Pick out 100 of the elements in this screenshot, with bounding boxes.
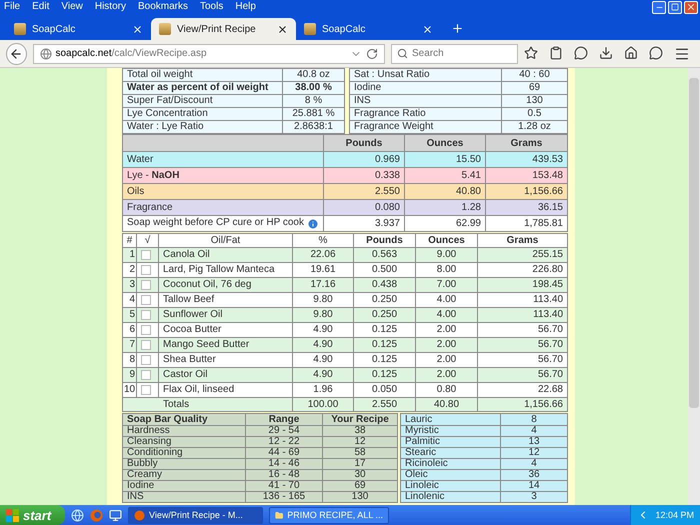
checkbox[interactable] [141, 370, 151, 380]
new-tab-icon[interactable] [451, 22, 464, 35]
table-cell: 40.80 [416, 398, 478, 412]
table-cell: 0.125 [354, 322, 416, 338]
row-label: Soap weight before CP cure or HP cook [127, 216, 304, 228]
close-button[interactable] [684, 0, 698, 14]
checkbox[interactable] [141, 280, 151, 290]
download-icon[interactable] [599, 46, 613, 60]
minimize-button[interactable] [652, 0, 666, 14]
checkbox[interactable] [141, 354, 151, 365]
table-cell: 22.68 [478, 382, 568, 398]
checkbox[interactable] [141, 264, 151, 275]
table-cell: 4 [500, 426, 568, 436]
menu-item[interactable]: History [94, 0, 126, 14]
scrollbar[interactable] [688, 68, 700, 505]
table-cell: Shea Butter [158, 352, 292, 368]
info-icon[interactable] [307, 218, 319, 230]
table-cell: 130 [502, 94, 568, 108]
table-cell: Totals [122, 398, 292, 412]
menu-item[interactable]: Edit [32, 0, 50, 14]
table-cell: 4.00 [416, 292, 478, 308]
row-number: 3 [122, 278, 136, 292]
table-cell: 12 [322, 436, 398, 448]
home-icon[interactable] [624, 46, 638, 60]
table-cell: 44 - 69 [246, 448, 322, 458]
browser-tab[interactable]: View/Print Recipe [151, 18, 296, 40]
close-icon[interactable] [132, 24, 143, 34]
close-icon[interactable] [422, 24, 433, 34]
table-cell: 58 [322, 448, 398, 458]
menu-item[interactable]: Tools [200, 0, 224, 14]
table-cell: 4.00 [416, 308, 478, 322]
checkbox[interactable] [141, 340, 151, 350]
menu-icon[interactable] [674, 46, 690, 62]
chat-icon[interactable] [649, 46, 663, 60]
tab-title[interactable]: View/Print Recipe [177, 24, 271, 34]
taskbar-task[interactable]: View/Print Recipe - M... [128, 506, 263, 524]
table-cell: 8 % [282, 94, 344, 108]
table-cell: 1,785.81 [486, 216, 568, 232]
table-cell: 62.99 [404, 216, 486, 232]
menu-item[interactable]: Help [235, 0, 256, 14]
column-header: Your Recipe [322, 414, 398, 426]
search-icon [397, 48, 408, 59]
table-cell: 1.96 [292, 382, 354, 398]
clipboard-icon[interactable] [549, 46, 563, 60]
table-cell: Fragrance Weight [350, 120, 502, 134]
table-cell: 69 [322, 480, 398, 492]
reload-icon[interactable] [366, 48, 378, 60]
table-cell: 2.00 [416, 322, 478, 338]
row-number: 1 [122, 248, 136, 262]
table-cell: 3 [500, 492, 568, 502]
table-cell: 25.881 % [282, 108, 344, 120]
table-cell: 198.45 [478, 278, 568, 292]
checkbox[interactable] [141, 294, 151, 305]
address-field[interactable]: soapcalc.net/calc/ViewRecipe.asp [32, 44, 385, 64]
checkbox[interactable] [141, 324, 151, 335]
tab-title[interactable]: SoapCalc [322, 24, 416, 34]
column-header: Ounces [416, 234, 478, 248]
taskbar-task[interactable]: PRIMO RECIPE, ALL ... [269, 506, 389, 524]
close-icon[interactable] [277, 24, 288, 34]
back-button[interactable] [6, 42, 26, 64]
table-cell: 439.53 [486, 152, 568, 168]
table-cell: 4.90 [292, 322, 354, 338]
menu-item[interactable]: Bookmarks [138, 0, 188, 14]
restore-button[interactable] [668, 0, 682, 14]
browser-tab[interactable]: SoapCalc [296, 18, 441, 40]
table-cell: Lard, Pig Tallow Manteca [158, 262, 292, 278]
browser-icon[interactable] [71, 508, 84, 522]
table-cell: Water as percent of oil weight [122, 82, 282, 94]
table-cell: 56.70 [478, 368, 568, 382]
menu-item[interactable]: File [4, 0, 20, 14]
table-cell: Total oil weight [122, 68, 282, 82]
checkbox[interactable] [141, 250, 151, 260]
tab-title[interactable]: SoapCalc [32, 24, 126, 34]
menu-item[interactable]: View [61, 0, 83, 14]
column-header: √ [136, 234, 158, 248]
table-cell: Stearic [400, 448, 500, 458]
table-cell: 2.8638:1 [282, 120, 344, 134]
table-cell: 22.06 [292, 248, 354, 262]
table-cell: Myristic [400, 426, 500, 436]
table-cell: 226.80 [478, 262, 568, 278]
table-cell: 255.15 [478, 248, 568, 262]
table-cell: Lye Concentration [122, 108, 282, 120]
table-cell: 15.50 [404, 152, 486, 168]
browser-tab[interactable]: SoapCalc [6, 18, 151, 40]
favicon-icon [159, 23, 171, 35]
table-cell: 0.125 [354, 352, 416, 368]
star-icon[interactable] [524, 46, 538, 60]
table-cell: 17.16 [292, 278, 354, 292]
column-header: Range [246, 414, 322, 426]
row-label: Fragrance [127, 202, 173, 212]
table-cell: 8.00 [416, 262, 478, 278]
checkbox[interactable] [141, 310, 151, 320]
table-cell: 2.00 [416, 368, 478, 382]
desktop-icon[interactable] [109, 508, 122, 522]
table-cell: 19.61 [292, 262, 354, 278]
table-cell: 17 [322, 458, 398, 470]
checkbox[interactable] [141, 384, 151, 395]
search-box[interactable]: Search [391, 44, 518, 64]
column-header: % [292, 234, 354, 248]
table-cell: Water : Lye Ratio [122, 120, 282, 134]
